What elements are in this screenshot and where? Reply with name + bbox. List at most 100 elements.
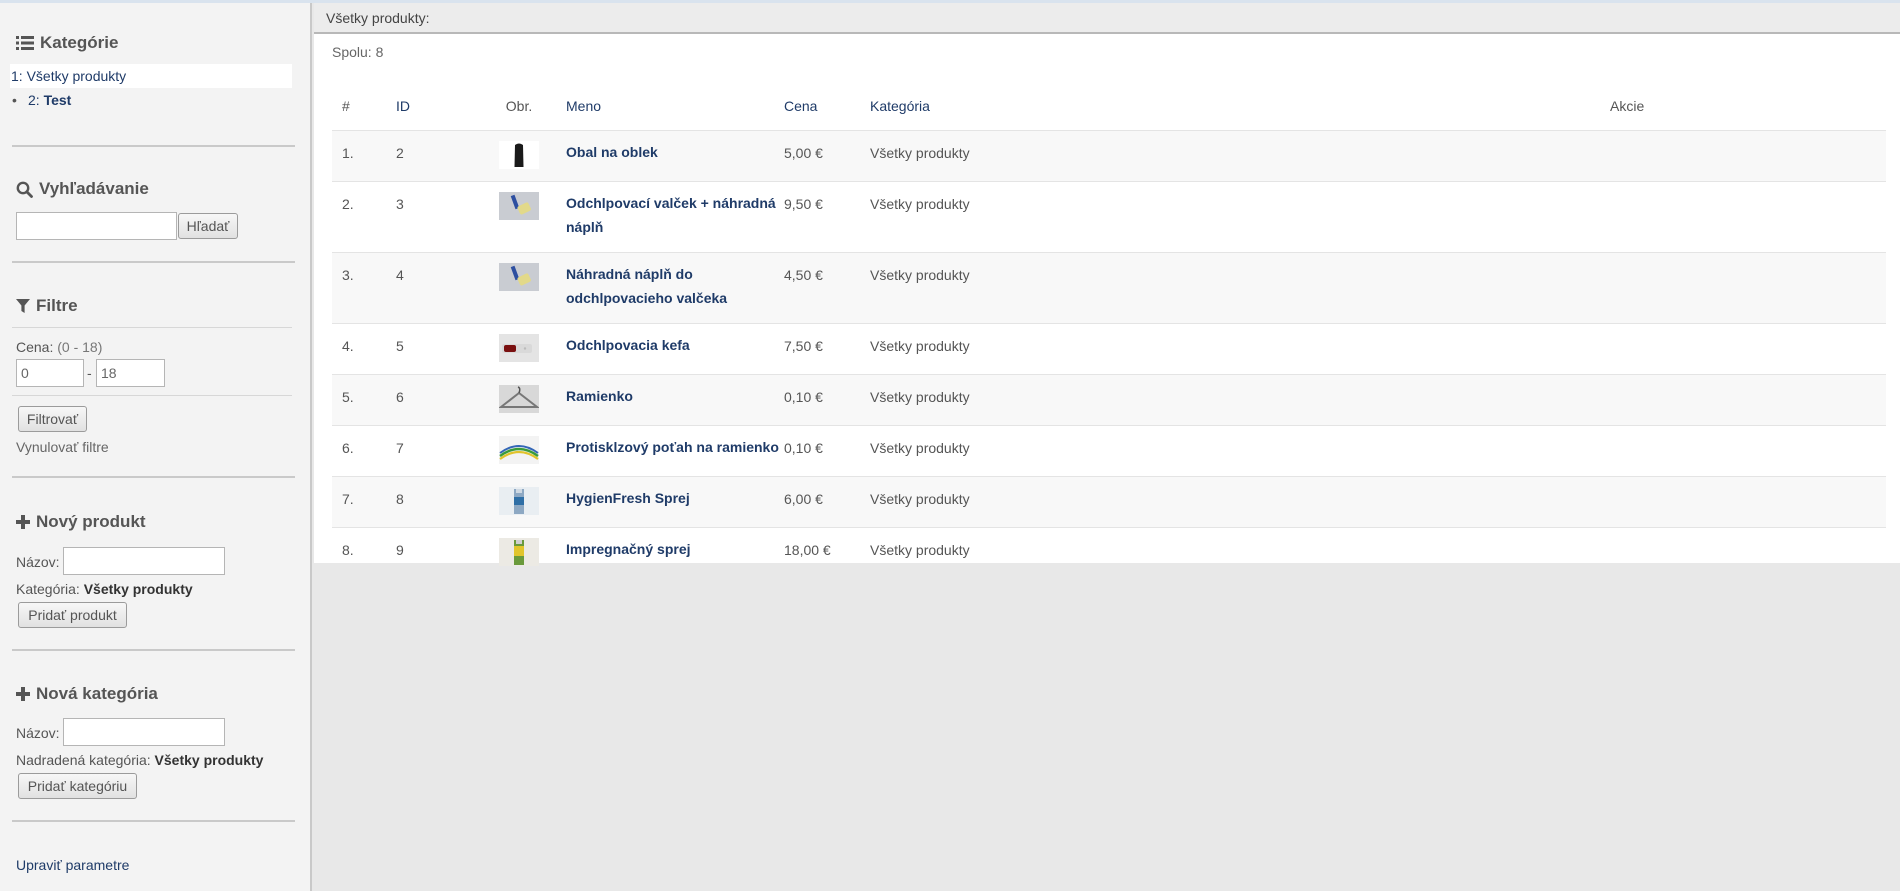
product-name-link[interactable]: Ramienko — [558, 374, 784, 425]
product-name-link[interactable]: Náhradná náplň do odchlpovacieho valčeka — [558, 252, 784, 323]
row-price: 7,50 € — [784, 337, 823, 354]
product-thumbnail[interactable] — [480, 323, 558, 374]
table-row: 6. 7 Protisklzový poťah na ramienko 0,10 € V… — [332, 425, 1886, 476]
new-product-heading: Nový produkt — [16, 512, 146, 532]
price-filter-label: Cena: (0 - 18) — [16, 339, 102, 355]
total-count: Spolu: 8 — [332, 44, 384, 60]
product-name-link[interactable]: Odchlpovací valček + náhradná náplň — [558, 181, 784, 252]
table-header-row: # ID Obr. Meno Cena Kategória Akcie — [332, 82, 1886, 130]
row-actions — [1610, 323, 1886, 374]
row-id: 7 — [396, 439, 404, 456]
plus-icon — [16, 687, 30, 701]
divider-thin — [12, 327, 292, 328]
table-row: 5. 6 Ramienko 0,10 € Všetky produkty — [332, 374, 1886, 425]
row-index: 3. — [342, 266, 354, 283]
row-id: 8 — [396, 490, 404, 507]
parent-category-info: Nadradená kategória: Všetky produkty — [16, 752, 263, 768]
price-range: (0 - 18) — [57, 339, 103, 355]
filters-heading: Filtre — [16, 296, 78, 316]
product-name-link[interactable]: HygienFresh Sprej — [558, 476, 784, 527]
row-index: 4. — [342, 337, 354, 354]
categories-title: Kategórie — [40, 33, 119, 52]
category-item-test[interactable]: • 2: Test — [12, 92, 71, 108]
row-category: Všetky produkty — [870, 195, 970, 212]
category-name-input[interactable] — [63, 718, 225, 746]
row-id: 9 — [396, 541, 404, 558]
row-index: 6. — [342, 439, 354, 456]
new-product-title: Nový produkt — [36, 512, 146, 531]
row-id: 2 — [396, 144, 404, 161]
price-label: Cena: — [16, 339, 54, 355]
column-header-index: # — [342, 97, 350, 114]
parent-category-label: Nadradená kategória: — [16, 752, 151, 768]
divider — [12, 649, 295, 651]
row-actions — [1610, 425, 1886, 476]
divider — [12, 476, 295, 478]
row-index: 7. — [342, 490, 354, 507]
table-row: 2. 3 Odchlpovací valček + náhradná náplň 9,… — [332, 181, 1886, 252]
product-name-link[interactable]: Protisklzový poťah na ramienko — [558, 425, 784, 476]
product-name-link[interactable]: Obal na oblek — [558, 130, 784, 181]
price-max-input[interactable] — [96, 359, 165, 387]
list-icon — [16, 35, 34, 51]
product-name-link[interactable]: Impregnačný sprej — [558, 527, 784, 578]
product-name-input[interactable] — [63, 547, 225, 575]
column-header-category[interactable]: Kategória — [870, 82, 1610, 130]
new-category-heading: Nová kategória — [16, 684, 158, 704]
row-actions — [1610, 252, 1886, 323]
reset-filters-link[interactable]: Vynulovať filtre — [16, 439, 109, 455]
products-panel: Spolu: 8 # ID Obr. Meno Cena Kategória A… — [314, 34, 1900, 566]
row-id: 3 — [396, 195, 404, 212]
column-header-id[interactable]: ID — [396, 82, 480, 130]
column-header-price[interactable]: Cena — [784, 82, 870, 130]
product-thumbnail[interactable] — [480, 527, 558, 578]
divider — [12, 820, 295, 822]
search-title: Vyhľadávanie — [39, 179, 149, 198]
parent-category-value: Všetky produkty — [154, 752, 264, 768]
row-actions — [1610, 130, 1886, 181]
bullet-icon: • — [12, 92, 17, 108]
row-actions — [1610, 181, 1886, 252]
search-input[interactable] — [16, 212, 177, 240]
product-thumbnail[interactable] — [480, 476, 558, 527]
row-price: 18,00 € — [784, 541, 831, 558]
product-thumbnail[interactable] — [480, 374, 558, 425]
product-name-link[interactable]: Odchlpovacia kefa — [558, 323, 784, 374]
add-product-button[interactable]: Pridať produkt — [18, 602, 127, 628]
product-name-label: Názov: — [16, 554, 60, 570]
row-id: 4 — [396, 266, 404, 283]
table-row: 4. 5 Odchlpovacia kefa 7,50 € Všetky produkt… — [332, 323, 1886, 374]
filter-button[interactable]: Filtrovať — [18, 406, 87, 432]
row-category: Všetky produkty — [870, 541, 970, 558]
search-heading: Vyhľadávanie — [16, 179, 149, 199]
plus-icon — [16, 515, 30, 529]
product-thumbnail[interactable] — [480, 252, 558, 323]
column-header-actions: Akcie — [1610, 97, 1645, 114]
row-price: 9,50 € — [784, 195, 823, 212]
row-actions — [1610, 374, 1886, 425]
filter-icon — [16, 298, 30, 314]
search-button[interactable]: Hľadať — [178, 213, 238, 239]
price-min-input[interactable] — [16, 359, 84, 387]
product-thumbnail[interactable] — [480, 425, 558, 476]
row-price: 0,10 € — [784, 439, 823, 456]
row-price: 5,00 € — [784, 144, 823, 161]
product-category-label: Kategória: — [16, 581, 80, 597]
category-name-label: Názov: — [16, 725, 60, 741]
add-category-button[interactable]: Pridať kategóriu — [18, 773, 137, 799]
product-thumbnail[interactable] — [480, 130, 558, 181]
filters-title: Filtre — [36, 296, 78, 315]
row-index: 8. — [342, 541, 354, 558]
edit-parameters-link[interactable]: Upraviť parametre — [16, 857, 129, 873]
sidebar: Kategórie 1: Všetky produkty • 2: Test Vy… — [0, 3, 312, 891]
column-header-name[interactable]: Meno — [558, 82, 784, 130]
new-category-title: Nová kategória — [36, 684, 158, 703]
row-price: 0,10 € — [784, 388, 823, 405]
page-title: Všetky produkty: — [314, 3, 1900, 34]
category-item-all[interactable]: 1: Všetky produkty — [10, 64, 292, 88]
product-thumbnail[interactable] — [480, 181, 558, 252]
category-item-test-label: Test — [43, 92, 72, 108]
row-index: 2. — [342, 195, 354, 212]
row-index: 1. — [342, 144, 354, 161]
categories-heading: Kategórie — [16, 33, 118, 53]
